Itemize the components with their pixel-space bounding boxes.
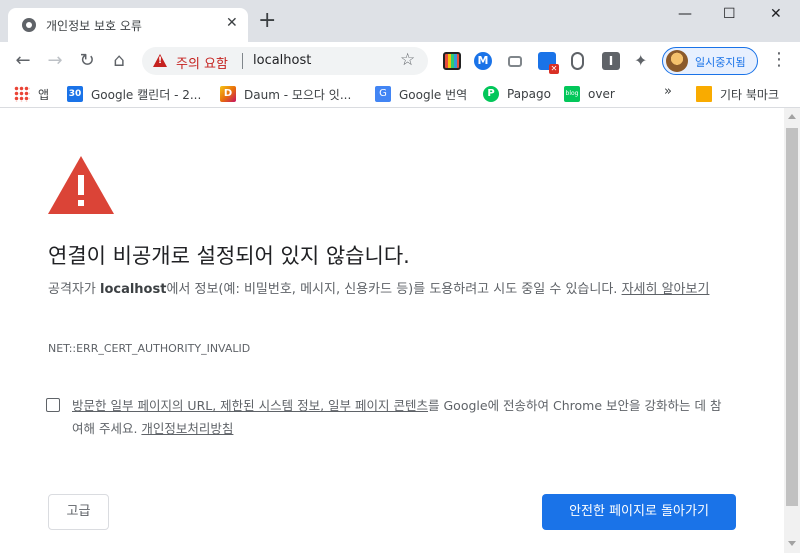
page-title: 연결이 비공개로 설정되어 있지 않습니다. [48,244,410,268]
mouse-extension-icon[interactable] [571,52,584,70]
privacy-policy-link[interactable]: 개인정보처리방침 [141,421,233,436]
m-extension-icon[interactable]: M [474,52,492,70]
translate-icon: G [375,86,391,102]
bookmark-label: Google 번역 [399,87,468,102]
other-bookmarks-label: 기타 북마크 [720,87,780,102]
report-opt-in-text: 방문한 일부 페이지의 URL, 제한된 시스템 정보, 일부 페이지 콘텐츠를… [72,394,732,440]
scroll-down-arrow-icon[interactable] [788,541,796,546]
minimize-button[interactable]: — [678,6,692,22]
window-close-button[interactable]: ✕ [770,6,782,22]
i-extension-icon[interactable]: I [602,52,620,70]
forward-button[interactable]: → [43,49,67,73]
blog-icon: blog [564,86,580,102]
report-details-link[interactable]: 방문한 일부 페이지의 URL, 제한된 시스템 정보, 일부 페이지 콘텐츠 [72,398,428,413]
profile-label: 일시중지됨 [695,56,746,69]
home-button[interactable]: ⌂ [107,49,131,73]
title-bar: 개인정보 보호 오류 ✕ + — ☐ ✕ [0,0,800,42]
report-checkbox[interactable] [46,398,60,412]
explanation-rest: 에서 정보(예: 비밀번호, 메시지, 신용카드 등)를 도용하려고 시도 중일… [166,282,622,297]
menu-dots-icon[interactable]: ⋮ [770,50,788,70]
folder-icon [696,86,712,102]
toolbar: ← → ↻ ⌂ 주의 요함 localhost ☆ M ✕ I ✦ 일시중지됨 … [0,42,800,80]
color-grid-extension-icon[interactable] [443,52,461,70]
back-to-safety-button[interactable]: 안전한 페이지로 돌아가기 [542,494,736,530]
avatar [666,50,688,72]
advanced-button[interactable]: 고급 [48,494,109,530]
bookmark-google-translate[interactable]: G Google 번역 [375,84,467,104]
tab-close-icon[interactable]: ✕ [226,16,238,30]
security-warning-icon [48,156,114,214]
bookmark-apps[interactable]: 앱 [14,84,49,104]
error-code[interactable]: NET::ERR_CERT_AUTHORITY_INVALID [48,342,250,355]
bookmark-daum[interactable]: D Daum - 모으다 잇... [220,84,351,104]
apps-icon [14,86,30,102]
reload-button[interactable]: ↻ [75,49,99,73]
explanation-text: 공격자가 localhost에서 정보(예: 비밀번호, 메시지, 신용카드 등… [48,278,738,301]
calendar-icon: 30 [67,86,83,102]
other-bookmarks-folder[interactable]: 기타 북마크 [696,84,779,104]
security-warning-chip[interactable]: 주의 요함 [176,53,228,72]
scroll-up-arrow-icon[interactable] [788,114,796,119]
address-bar[interactable]: 주의 요함 localhost ☆ [142,47,428,75]
bookmark-label: 앱 [38,87,50,102]
bookmarks-overflow-button[interactable]: » [664,84,672,99]
explanation-prefix: 공격자가 [48,282,100,297]
omnibox-divider [242,53,243,69]
profile-button[interactable]: 일시중지됨 [662,47,758,75]
url-text[interactable]: localhost [253,53,311,68]
papago-icon: P [483,86,499,102]
bookmark-blog[interactable]: blog over [564,84,615,104]
scrollbar-thumb[interactable] [786,128,798,506]
globe-icon [22,18,36,32]
bookmark-label: Google 캘린더 - 2... [91,87,202,102]
warning-icon[interactable] [153,54,167,67]
bookmark-label: Daum - 모으다 잇... [244,87,352,102]
screen-extension-icon[interactable] [508,56,522,67]
bookmark-star-icon[interactable]: ☆ [400,50,415,70]
extension-error-badge-icon: ✕ [549,64,559,74]
tab-privacy-error[interactable]: 개인정보 보호 오류 ✕ [8,8,248,42]
bookmark-papago[interactable]: P Papago [483,84,551,104]
scrollbar[interactable] [784,108,800,553]
daum-icon: D [220,86,236,102]
extensions-puzzle-icon[interactable]: ✦ [634,51,647,70]
tab-title: 개인정보 보호 오류 [46,19,142,33]
new-tab-button[interactable]: + [258,10,276,32]
bookmark-label: over [588,87,615,101]
bookmark-label: Papago [507,87,551,101]
explanation-host: localhost [99,282,167,297]
interstitial-page: 연결이 비공개로 설정되어 있지 않습니다. 공격자가 localhost에서 … [0,108,784,553]
bookmark-google-calendar[interactable]: 30 Google 캘린더 - 2... [67,84,201,104]
maximize-button[interactable]: ☐ [723,6,736,22]
bookmarks-bar: 앱 30 Google 캘린더 - 2... D Daum - 모으다 잇...… [0,80,800,108]
learn-more-link[interactable]: 자세히 알아보기 [622,282,710,297]
back-button[interactable]: ← [11,49,35,73]
